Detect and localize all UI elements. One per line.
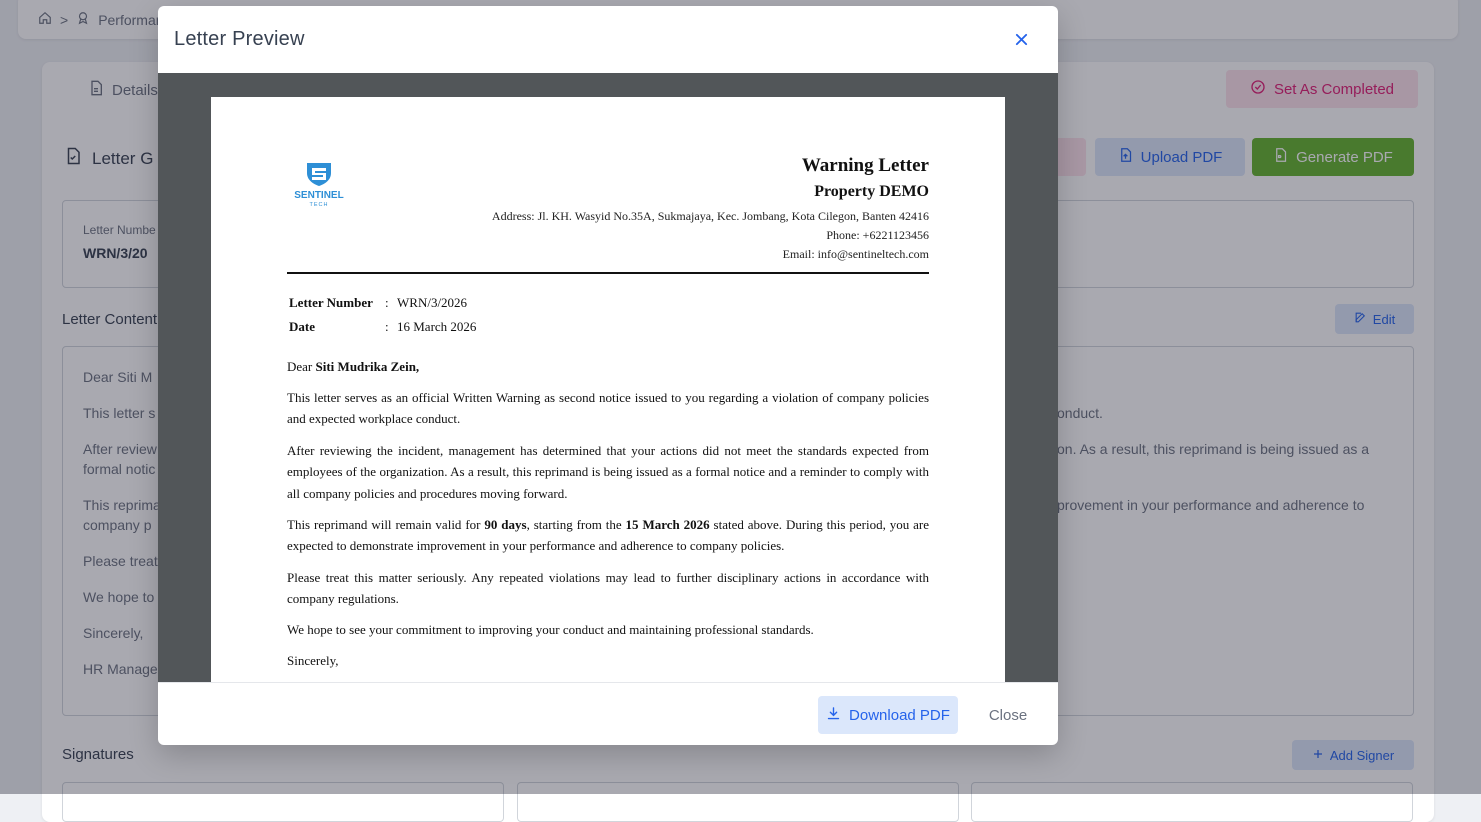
letter-preview-modal: Letter Preview SENTINEL TECH Warning Let… [158,6,1058,745]
download-pdf-button[interactable]: Download PDF [818,696,958,734]
letter-title: Warning Letter [801,155,929,176]
paragraph: After reviewing the incident, management… [287,443,929,501]
paragraph: This letter serves as an official Writte… [287,390,929,427]
company-phone: Phone: +6221123456 [826,228,929,242]
download-icon [826,706,841,725]
property-name: Property DEMO [814,183,929,200]
greeting: Dear Siti Mudrika Zein, [287,359,420,374]
paragraph: This reprimand will remain valid for 90 … [287,517,929,554]
close-icon[interactable] [1010,28,1032,50]
header-divider [287,272,929,274]
pdf-viewer[interactable]: SENTINEL TECH Warning Letter Property DE… [158,73,1058,682]
company-address: Address: Jl. KH. Wasyid No.35A, Sukmajay… [491,209,929,223]
paragraph: We hope to see your commitment to improv… [287,622,814,637]
company-email: Email: info@sentineltech.com [782,247,929,261]
logo-text: SENTINEL [294,190,343,201]
sentinel-logo: SENTINEL TECH [287,161,351,209]
recipient-name: Siti Mudrika Zein, [315,359,420,374]
modal-header: Letter Preview [158,6,1058,73]
logo-subtext: TECH [310,202,329,208]
modal-title: Letter Preview [174,28,305,50]
modal-footer: Download PDF Close [158,682,1058,745]
paragraph: Please treat this matter seriously. Any … [287,570,929,607]
letter-page: SENTINEL TECH Warning Letter Property DE… [211,97,1005,682]
close-button[interactable]: Close [976,696,1040,734]
closing: Sincerely, [287,653,339,668]
